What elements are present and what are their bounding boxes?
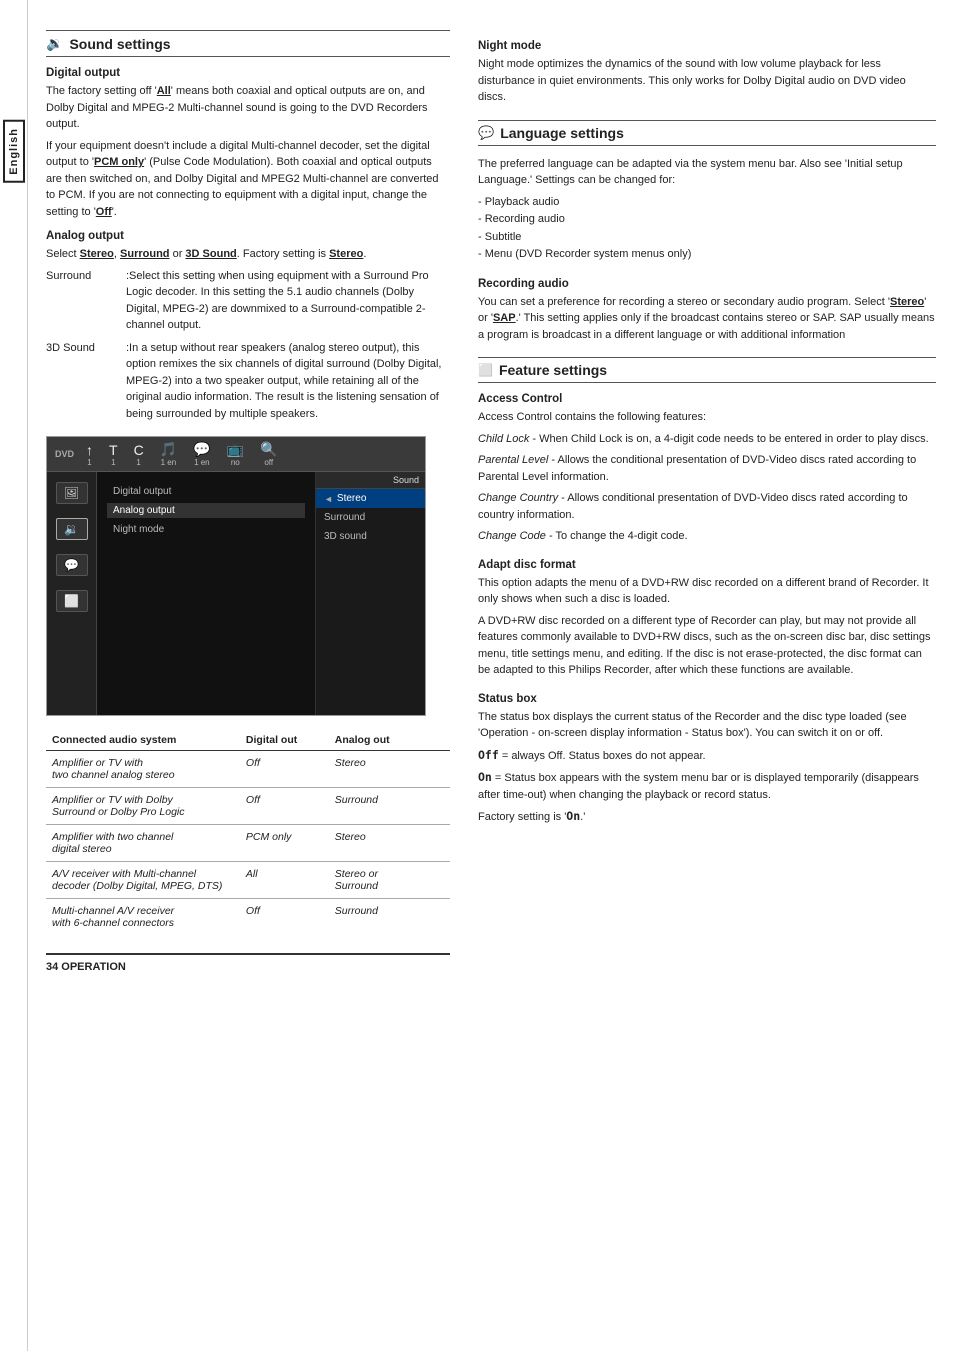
table-header-analog: Analog out xyxy=(329,730,450,751)
table-row: Multi-channel A/V receiverwith 6-channel… xyxy=(46,899,450,936)
menu-right-surround: Surround xyxy=(316,508,425,527)
change-code-text: Change Code - To change the 4-digit code… xyxy=(478,528,936,545)
dvd-label: DVD xyxy=(55,449,74,459)
table-cell-digital: All xyxy=(240,862,329,899)
table-cell-analog: Surround xyxy=(329,788,450,825)
language-item: Menu (DVD Recorder system menus only) xyxy=(478,246,936,264)
language-item: Playback audio xyxy=(478,194,936,212)
sound-icon: 🔉 xyxy=(46,35,63,52)
table-cell-analog: Stereo xyxy=(329,751,450,788)
menu-center: Digital output Analog output Night mode xyxy=(97,472,315,716)
feature-settings-section: ⬜ Feature settings Access Control Access… xyxy=(478,357,936,826)
table-cell-analog: Stereo orSurround xyxy=(329,862,450,899)
menu-icon-audio: 🎵 1 en xyxy=(160,441,177,467)
table-cell-device: Amplifier with two channeldigital stereo xyxy=(46,825,240,862)
menu-right-3dsound: 3D sound xyxy=(316,527,425,546)
3d-sound-item: 3D Sound :In a setup without rear speake… xyxy=(46,340,450,423)
parental-level-text: Parental Level - Allows the conditional … xyxy=(478,452,936,485)
change-country-text: Change Country - Allows conditional pres… xyxy=(478,490,936,523)
page-footer: 34 OPERATION xyxy=(46,953,450,973)
status-box-factory: Factory setting is 'On.' xyxy=(478,808,936,826)
analog-output-list: Surround :Select this setting when using… xyxy=(46,268,450,423)
menu-left-icon-audio: 🔉 xyxy=(56,518,88,540)
table-cell-device: Amplifier or TV withtwo channel analog s… xyxy=(46,751,240,788)
menu-left-icon-features: ⬜ xyxy=(56,590,88,612)
table-cell-digital: PCM only xyxy=(240,825,329,862)
sound-settings-title: 🔉 Sound settings xyxy=(46,30,450,57)
status-box-off: Off = always Off. Status boxes do not ap… xyxy=(478,747,936,765)
surround-item: Surround :Select this setting when using… xyxy=(46,268,450,334)
recording-audio-title: Recording audio xyxy=(478,278,936,290)
digital-output-title: Digital output xyxy=(46,67,450,79)
menu-main-area: 🖼 🔉 💬 ⬜ Digital output Analog output Nig… xyxy=(47,472,425,716)
language-icon: 💬 xyxy=(478,125,494,141)
menu-top-bar: DVD ↑ 1 T 1 C 1 xyxy=(47,437,425,472)
audio-table: Connected audio system Digital out Analo… xyxy=(46,730,450,935)
language-settings-title: 💬 Language settings xyxy=(478,120,936,146)
table-cell-digital: Off xyxy=(240,751,329,788)
status-box-title: Status box xyxy=(478,693,936,705)
table-cell-analog: Surround xyxy=(329,899,450,936)
status-box-on: On = Status box appears with the system … xyxy=(478,769,936,803)
table-row: Amplifier or TV with DolbySurround or Do… xyxy=(46,788,450,825)
language-item: Recording audio xyxy=(478,211,936,229)
menu-center-night: Night mode xyxy=(107,522,305,537)
adapt-disc-text2: A DVD+RW disc recorded on a different ty… xyxy=(478,613,936,679)
feature-settings-title: ⬜ Feature settings xyxy=(478,357,936,383)
menu-center-analog: Analog output xyxy=(107,503,305,518)
table-cell-digital: Off xyxy=(240,899,329,936)
left-column: 🔉 Sound settings Digital output The fact… xyxy=(28,20,468,1331)
digital-output-para1: The factory setting off 'All' means both… xyxy=(46,83,450,133)
language-settings-section: 💬 Language settings The preferred langua… xyxy=(478,120,936,344)
menu-icon-t: T 1 xyxy=(109,442,118,467)
analog-select-line: Select Stereo, Surround or 3D Sound. Fac… xyxy=(46,246,450,263)
menu-left-icon-video: 🖼 xyxy=(56,482,88,504)
night-mode-section: Night mode Night mode optimizes the dyna… xyxy=(478,40,936,106)
language-list: Playback audio Recording audio Subtitle … xyxy=(478,194,936,264)
menu-right-header: Sound xyxy=(316,472,425,489)
menu-left-icons: 🖼 🔉 💬 ⬜ xyxy=(47,472,97,716)
digital-output-para2: If your equipment doesn't include a digi… xyxy=(46,138,450,221)
adapt-disc-title: Adapt disc format xyxy=(478,559,936,571)
menu-icon-zoom: 🔍 off xyxy=(260,441,277,467)
language-item: Subtitle xyxy=(478,229,936,247)
menu-icon-arrow: ↑ 1 xyxy=(86,442,93,467)
menu-icon-ch: 📺 no xyxy=(227,441,244,467)
child-lock-text: Child Lock - When Child Lock is on, a 4-… xyxy=(478,431,936,448)
right-column: Night mode Night mode optimizes the dyna… xyxy=(468,20,954,1331)
menu-right-stereo: ◄ Stereo xyxy=(316,489,425,508)
menu-screenshot: DVD ↑ 1 T 1 C 1 xyxy=(46,436,426,716)
table-row: Amplifier with two channeldigital stereo… xyxy=(46,825,450,862)
table-header-device: Connected audio system xyxy=(46,730,240,751)
table-cell-device: A/V receiver with Multi-channeldecoder (… xyxy=(46,862,240,899)
table-cell-analog: Stereo xyxy=(329,825,450,862)
language-label: English xyxy=(3,120,25,183)
menu-icon-c: C 1 xyxy=(134,442,144,467)
analog-output-title: Analog output xyxy=(46,230,450,242)
table-row: A/V receiver with Multi-channeldecoder (… xyxy=(46,862,450,899)
recording-audio-text: You can set a preference for recording a… xyxy=(478,294,936,344)
language-intro: The preferred language can be adapted vi… xyxy=(478,156,936,189)
menu-left-icon-sub: 💬 xyxy=(56,554,88,576)
adapt-disc-text1: This option adapts the menu of a DVD+RW … xyxy=(478,575,936,608)
table-cell-device: Amplifier or TV with DolbySurround or Do… xyxy=(46,788,240,825)
access-control-intro: Access Control contains the following fe… xyxy=(478,409,936,426)
side-tab: English xyxy=(0,0,28,1351)
table-header-digital: Digital out xyxy=(240,730,329,751)
menu-right-panel: Sound ◄ Stereo Surround 3D sound xyxy=(315,472,425,716)
table-cell-device: Multi-channel A/V receiverwith 6-channel… xyxy=(46,899,240,936)
status-box-text1: The status box displays the current stat… xyxy=(478,709,936,742)
night-mode-title: Night mode xyxy=(478,40,936,52)
access-control-title: Access Control xyxy=(478,393,936,405)
table-row: Amplifier or TV withtwo channel analog s… xyxy=(46,751,450,788)
menu-icon-sub: 💬 1 en xyxy=(193,441,210,467)
table-cell-digital: Off xyxy=(240,788,329,825)
night-mode-text: Night mode optimizes the dynamics of the… xyxy=(478,56,936,106)
feature-icon: ⬜ xyxy=(478,363,493,377)
menu-icons-row: ↑ 1 T 1 C 1 🎵 1 en xyxy=(86,441,277,467)
menu-center-digital: Digital output xyxy=(107,484,305,499)
